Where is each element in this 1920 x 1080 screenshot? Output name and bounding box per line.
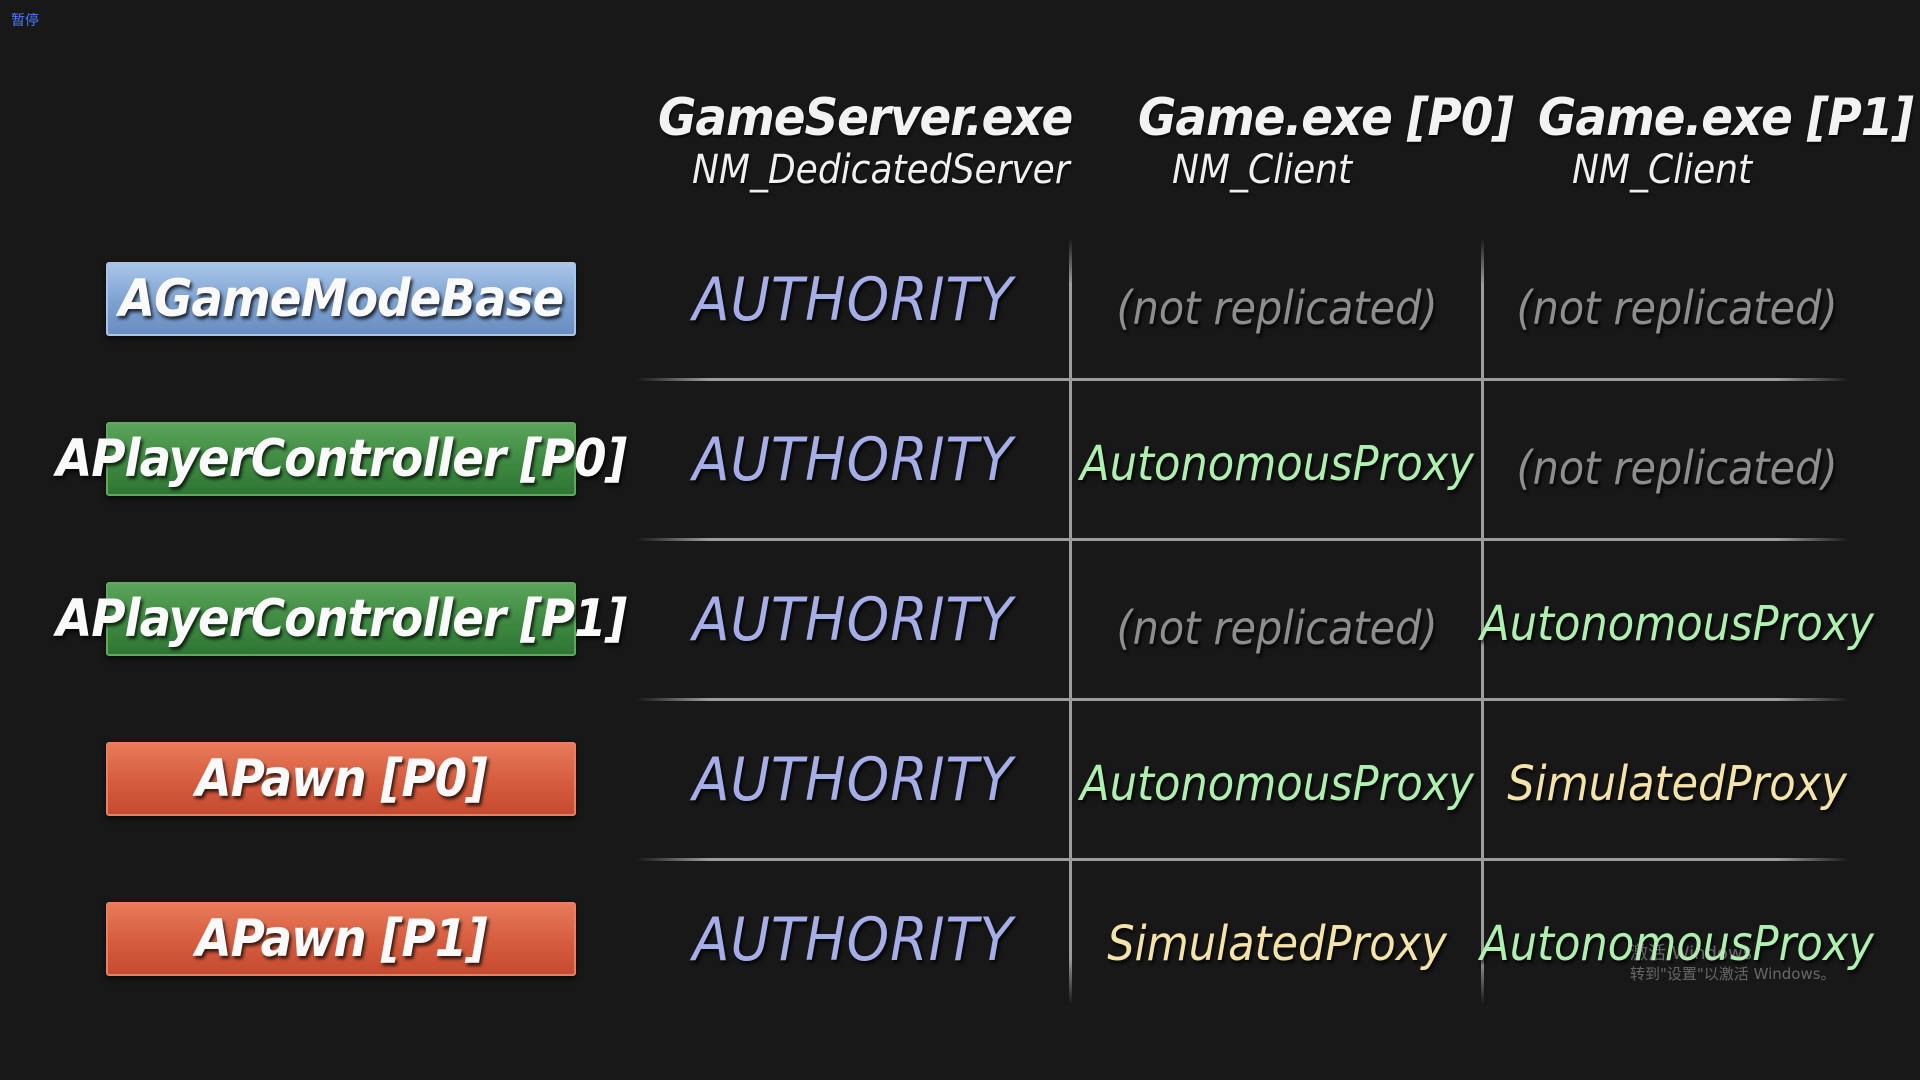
role-cell-simulated-proxy: SimulatedProxy xyxy=(1107,916,1447,972)
column-header-exe: Game.exe [P1] xyxy=(1538,88,1914,148)
watermark-line: 转到"设置"以激活 Windows。 xyxy=(1630,965,1836,983)
column-header-exe: GameServer.exe xyxy=(658,88,1073,148)
column-header-mode: NM_DedicatedServer xyxy=(692,147,1070,193)
role-cell-not-replicated: (not replicated) xyxy=(1116,601,1438,655)
column-header-mode: NM_Client xyxy=(1572,147,1753,193)
column-header-client-p0: Game.exe [P0] NM_Client xyxy=(1138,88,1514,193)
column-header-mode: NM_Client xyxy=(1172,147,1353,193)
role-cell-authority: AUTHORITY xyxy=(692,905,1014,975)
role-cell-not-replicated: (not replicated) xyxy=(1516,281,1838,335)
row-label-agamemodebase: AGameModeBase xyxy=(106,262,576,336)
role-cell-not-replicated: (not replicated) xyxy=(1516,441,1838,495)
row-label-aplayercontroller-p1: APlayerController [P1] xyxy=(56,582,627,656)
column-header-server: GameServer.exe NM_DedicatedServer xyxy=(658,88,1073,193)
role-cell-authority: AUTHORITY xyxy=(692,745,1014,815)
column-header-client-p1: Game.exe [P1] NM_Client xyxy=(1538,88,1914,193)
watermark-line: 激活 Windows xyxy=(1630,943,1753,964)
column-header-exe: Game.exe [P0] xyxy=(1138,88,1514,148)
role-cell-autonomous-proxy: AutonomousProxy xyxy=(1080,756,1474,812)
row-label-apawn-p0: APawn [P0] xyxy=(106,742,576,816)
role-cell-authority: AUTHORITY xyxy=(692,265,1014,335)
role-cell-autonomous-proxy: AutonomousProxy xyxy=(1080,436,1474,492)
role-cell-autonomous-proxy: AutonomousProxy xyxy=(1480,596,1874,652)
role-cell-not-replicated: (not replicated) xyxy=(1116,281,1438,335)
role-cell-authority: AUTHORITY xyxy=(692,425,1014,495)
paused-indicator: 暂停 xyxy=(11,13,39,29)
activation-watermark: 激活 Windows 转到"设置"以激活 Windows。 xyxy=(1630,944,1836,984)
role-cell-authority: AUTHORITY xyxy=(692,585,1014,655)
row-label-apawn-p1: APawn [P1] xyxy=(106,902,576,976)
role-cell-simulated-proxy: SimulatedProxy xyxy=(1507,756,1847,812)
row-label-aplayercontroller-p0: APlayerController [P0] xyxy=(56,422,627,496)
